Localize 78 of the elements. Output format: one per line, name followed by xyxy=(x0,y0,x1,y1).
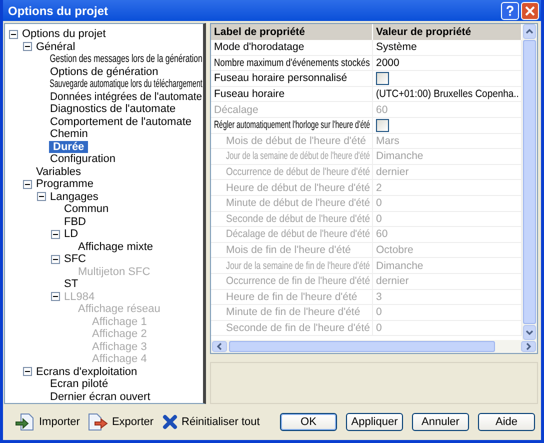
scrollbar-thumb[interactable] xyxy=(523,40,536,324)
tree-item[interactable]: LD xyxy=(63,228,80,240)
collapse-icon[interactable] xyxy=(23,367,32,376)
collapse-icon[interactable] xyxy=(51,254,60,264)
tree-item[interactable]: Options du projet xyxy=(21,28,107,40)
property-label: Nombre maximum d'événements stockés xyxy=(214,56,370,69)
vertical-scrollbar[interactable] xyxy=(522,24,537,340)
toolbar-button[interactable]: Réinitialiser tout xyxy=(162,413,260,431)
property-label: Occurrence de fin de l'heure d'été xyxy=(226,275,370,288)
property-label: Fuseau horaire xyxy=(214,88,285,100)
column-header[interactable]: Label de propriété xyxy=(211,24,373,40)
tree-item[interactable]: Programme xyxy=(35,178,94,190)
tree-item[interactable]: ST xyxy=(63,278,80,290)
tree-item[interactable]: Dernier écran ouvert xyxy=(49,390,152,403)
property-value[interactable]: Système xyxy=(376,41,417,54)
tree-item[interactable]: Configuration xyxy=(49,153,116,166)
toolbar-button[interactable]: Importer xyxy=(15,413,80,431)
collapse-icon[interactable] xyxy=(37,192,46,202)
horizontal-scrollbar[interactable] xyxy=(210,340,538,354)
toolbar-button[interactable]: Exporter xyxy=(88,413,154,431)
tree-item[interactable]: Diagnostics de l'automate xyxy=(49,103,177,116)
export-icon xyxy=(88,413,108,431)
dialog-button[interactable]: Appliquer xyxy=(346,413,403,431)
help-button[interactable] xyxy=(501,2,519,20)
checkbox[interactable] xyxy=(376,118,389,132)
tree-item[interactable]: Variables xyxy=(35,166,82,178)
collapse-icon[interactable] xyxy=(9,30,18,39)
collapse-icon[interactable] xyxy=(23,180,32,189)
tree-item[interactable]: Commun xyxy=(63,203,110,216)
cross-icon xyxy=(162,414,178,430)
tree-item[interactable]: SFC xyxy=(63,253,87,266)
collapse-icon[interactable] xyxy=(23,42,32,52)
property-label: Jour de la semaine de fin de l'heure d'été xyxy=(226,260,370,272)
property-label: Seconde de début de l'heure d'été xyxy=(226,212,370,225)
property-label: Décalage de début de l'heure d'été xyxy=(226,228,370,240)
property-label: Mode d'horodatage xyxy=(214,41,304,54)
tree-item[interactable]: Ecrans d'exploitation xyxy=(35,366,138,378)
tree-item[interactable]: Durée xyxy=(49,140,88,153)
tree-item[interactable]: Données intégrées de l'automate xyxy=(49,90,203,103)
tree-item[interactable]: Comportement de l'automate xyxy=(49,116,193,128)
dialog-button[interactable]: Annuler xyxy=(412,413,469,431)
collapse-icon[interactable] xyxy=(51,230,60,239)
dialog-button[interactable]: OK xyxy=(280,413,337,431)
question-icon xyxy=(504,4,516,16)
property-label: Heure de fin de l'heure d'été xyxy=(226,290,358,303)
tree-item[interactable]: FBD xyxy=(63,216,87,228)
property-label: Minute de fin de l'heure d'été xyxy=(226,306,360,318)
dialog-button[interactable]: Aide xyxy=(478,413,535,431)
checkbox[interactable] xyxy=(376,72,389,85)
scroll-down-icon[interactable] xyxy=(523,325,536,340)
scroll-right-icon[interactable] xyxy=(521,341,536,352)
close-icon xyxy=(524,4,536,16)
property-value[interactable]: (UTC+01:00) Bruxelles Copenha.. xyxy=(376,88,519,100)
close-button[interactable] xyxy=(521,2,539,20)
property-label: Fuseau horaire personnalisé xyxy=(214,72,348,84)
tree-item[interactable]: Chemin xyxy=(49,128,89,140)
tree-item[interactable]: Options de génération xyxy=(49,66,160,78)
property-label: Mois de début de l'heure d'été xyxy=(226,134,366,147)
property-label: Régler automatiquement l'horloge sur l'heure d'été xyxy=(214,119,370,132)
scroll-left-icon[interactable] xyxy=(212,341,227,352)
tree-item[interactable]: Langages xyxy=(49,190,100,203)
tree-item[interactable]: Affichage mixte xyxy=(77,240,154,253)
property-label: Seconde de fin de l'heure d'été xyxy=(226,322,370,334)
tree-item[interactable]: Sauvegarde automatique lors du téléchargement xyxy=(49,78,203,90)
import-icon xyxy=(15,413,35,431)
property-label: Jour de la semaine de début de l'heure d'été xyxy=(226,150,370,162)
scroll-up-icon[interactable] xyxy=(523,24,536,39)
property-label: Décalage xyxy=(214,104,258,116)
scrollbar-thumb[interactable] xyxy=(229,341,495,352)
property-label: Occurrence de début de l'heure d'été xyxy=(226,166,370,178)
property-label: Heure de début de l'heure d'été xyxy=(226,182,370,194)
property-label: Mois de fin de l'heure d'été xyxy=(226,244,351,256)
property-label: Minute de début de l'heure d'été xyxy=(226,197,370,210)
tree-item[interactable]: Gestion des messages lors de la génération xyxy=(49,53,203,66)
tree-item[interactable]: Ecran piloté xyxy=(49,378,110,390)
tree-item[interactable]: Général xyxy=(35,40,76,53)
property-value[interactable]: 2000 xyxy=(376,56,400,69)
window-title: Options du projet xyxy=(8,4,108,18)
